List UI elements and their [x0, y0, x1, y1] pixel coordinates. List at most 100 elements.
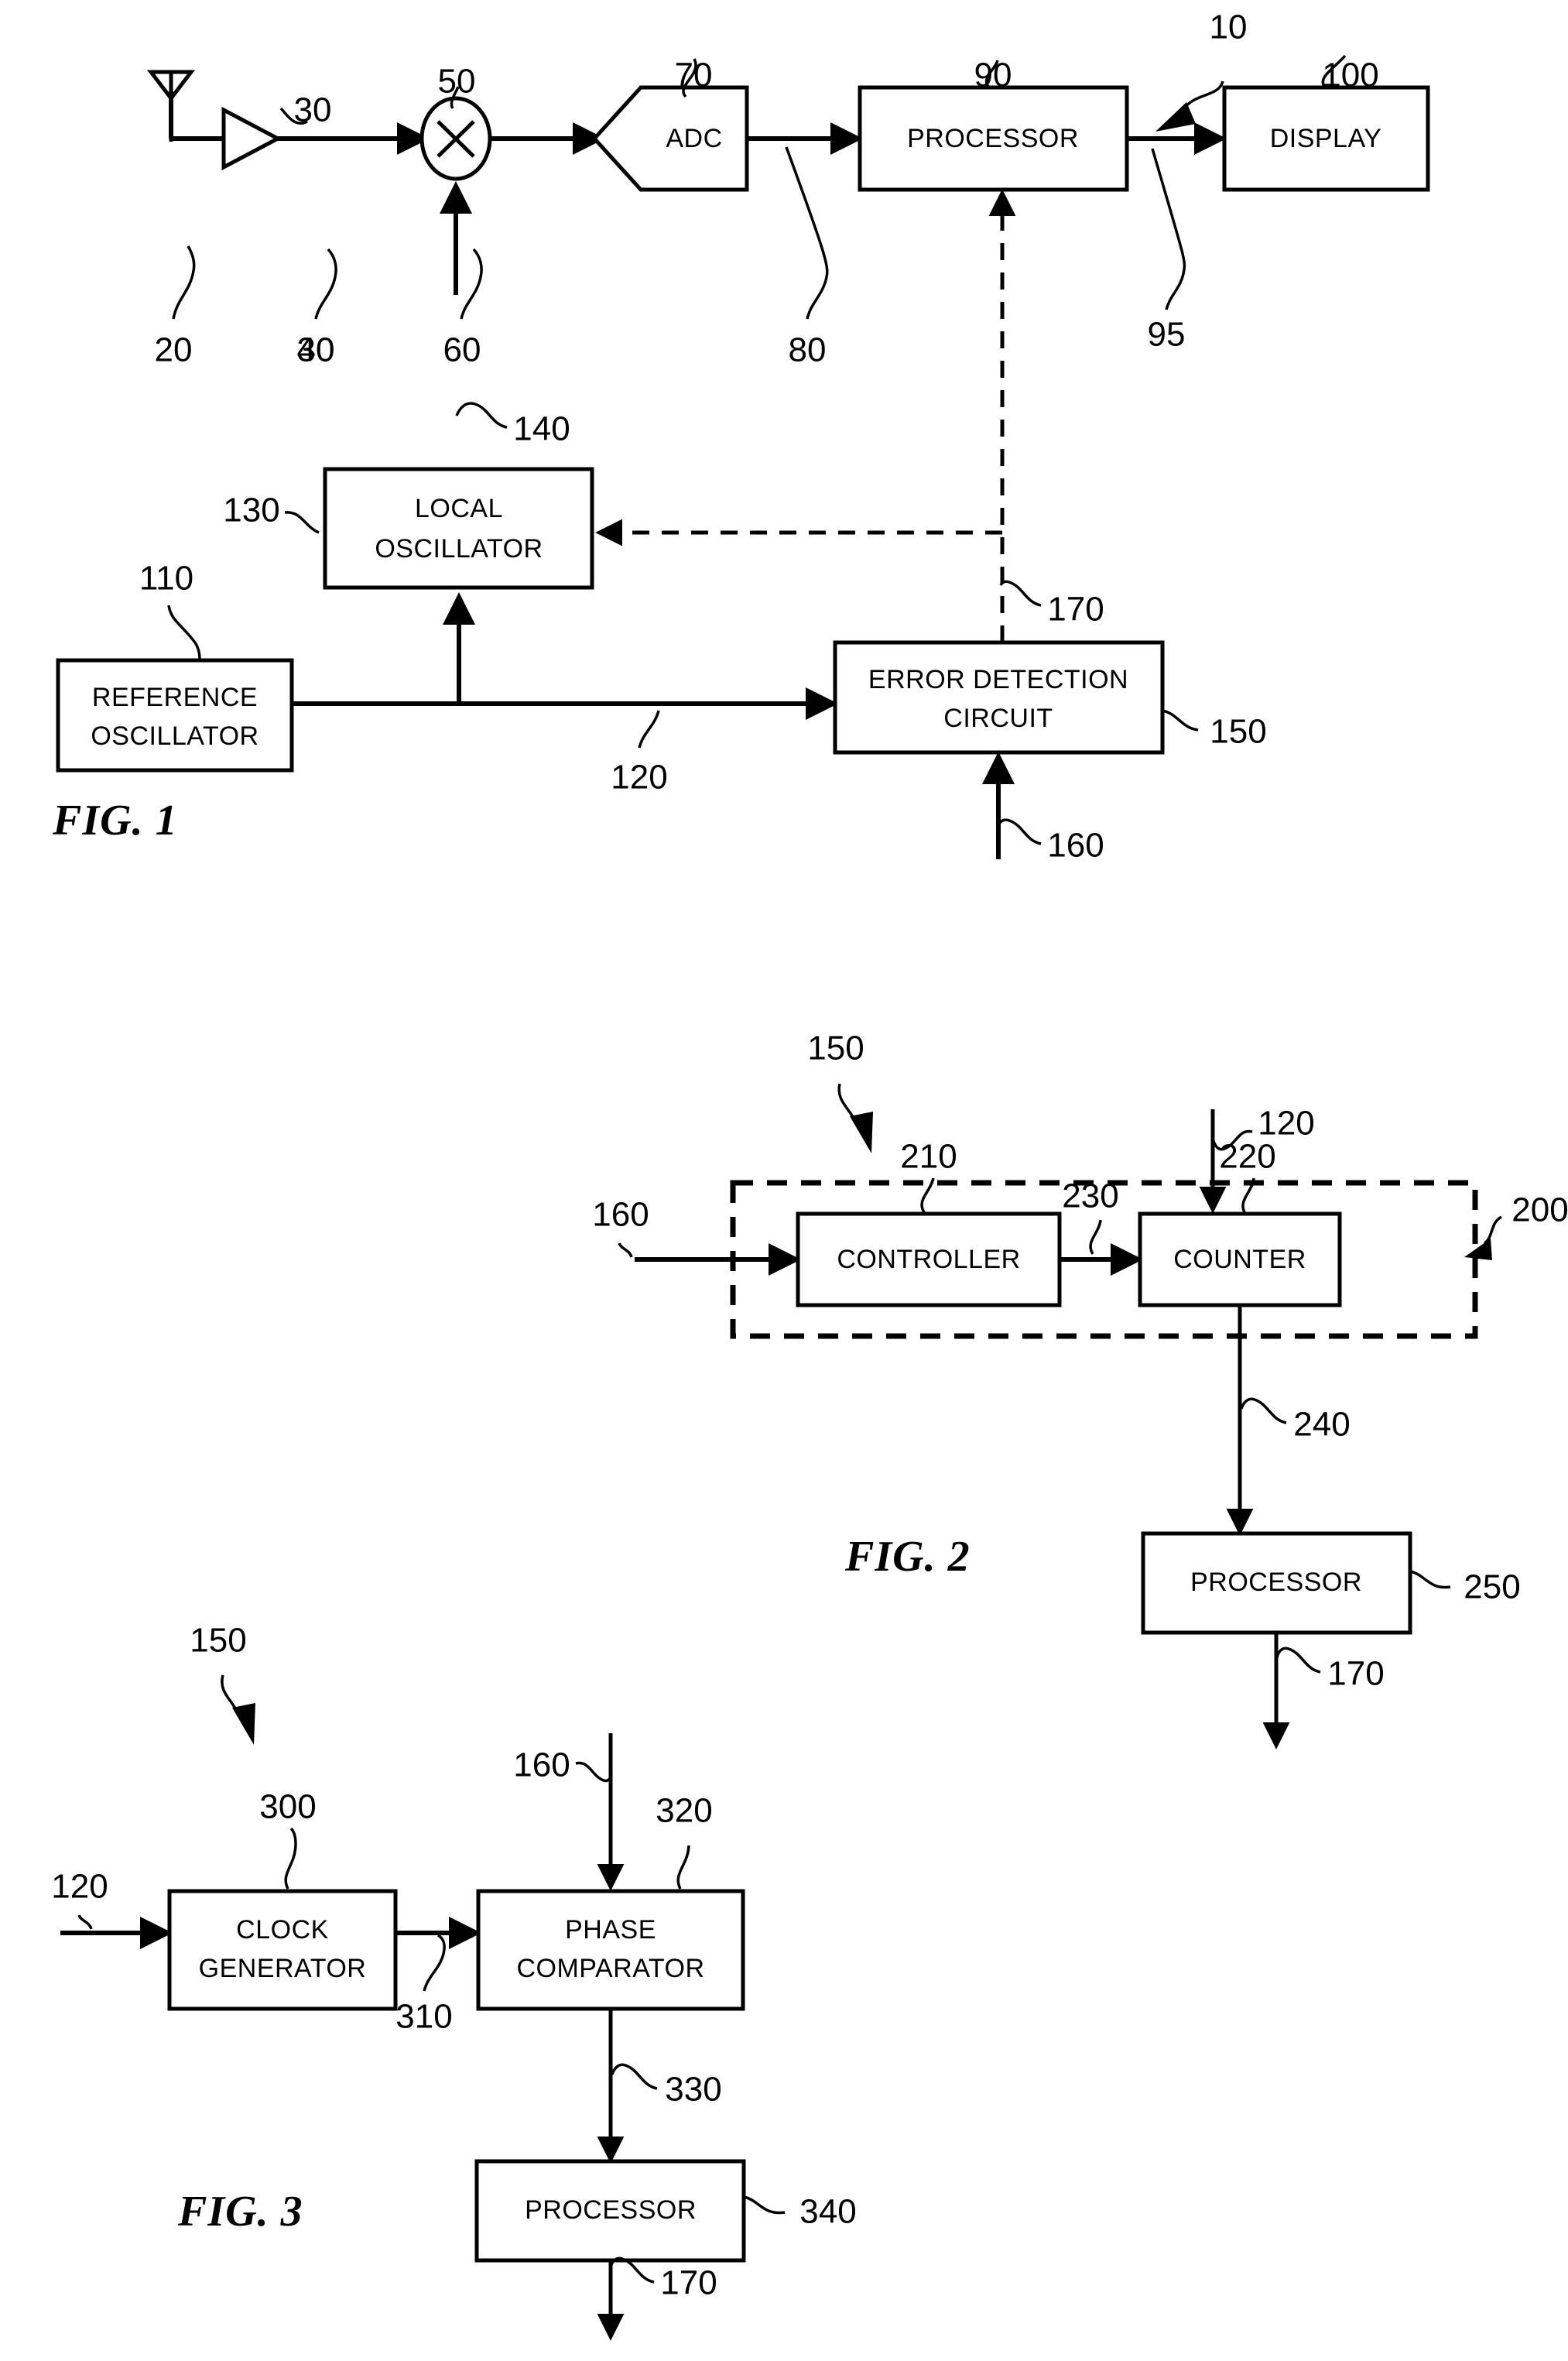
ref-80-leader — [785, 146, 829, 320]
controller-block: CONTROLLER — [796, 1211, 1062, 1307]
counter-label: COUNTER — [1173, 1245, 1306, 1274]
ref-40-leader — [314, 248, 337, 320]
ref-150-fig2-arrowhead — [850, 1112, 873, 1153]
mixer-symbol — [419, 96, 492, 181]
ref-95: 95 — [1148, 316, 1186, 354]
ref-160-fig2-leader — [618, 1242, 633, 1258]
ref-160-leader — [997, 818, 1042, 845]
ref-140-leader — [455, 402, 508, 429]
error-detection-line2: CIRCUIT — [943, 704, 1053, 733]
reference-oscillator-line1: REFERENCE — [92, 683, 258, 712]
ref-120-fig2: 120 — [1258, 1105, 1314, 1143]
ref-340-leader — [743, 2195, 786, 2215]
ref-200-leader — [1483, 1215, 1502, 1245]
figure-3: 150 120 CLOCK GENERATOR 300 310 PHASE CO… — [51, 1622, 857, 2341]
ref-200-arrowhead — [1464, 1239, 1492, 1260]
phase-comparator-block: PHASE COMPARATOR — [476, 1889, 745, 2011]
local-oscillator-block: LOCAL OSCILLATOR — [323, 467, 594, 590]
adc-block: ADC — [591, 85, 749, 192]
ref-300: 300 — [259, 1788, 316, 1826]
ref-160-fig3: 160 — [513, 1746, 570, 1784]
ref-210: 210 — [900, 1138, 957, 1176]
ref-120-fig3: 120 — [51, 1868, 108, 1906]
phase-comparator-line1: PHASE — [565, 1915, 656, 1945]
ref-20: 20 — [155, 331, 193, 369]
local-oscillator-line1: LOCAL — [415, 494, 503, 523]
ref-160-fig2: 160 — [592, 1196, 649, 1234]
ref-120-leader — [638, 710, 660, 749]
ref-340: 340 — [799, 2193, 856, 2231]
clock-generator-block: CLOCK GENERATOR — [167, 1889, 398, 2011]
ref-130: 130 — [223, 492, 279, 529]
ref-120: 120 — [611, 759, 667, 797]
ref-50: 50 — [438, 63, 476, 101]
ref-250: 250 — [1464, 1568, 1520, 1606]
ref-150-fig1: 150 — [1210, 713, 1266, 751]
ref-330-leader — [611, 2063, 658, 2090]
ref-170-leader — [999, 580, 1042, 607]
ref-30-label: 30 — [294, 91, 332, 129]
processor-label-fig3: PROCESSOR — [525, 2195, 697, 2225]
ref-10: 10 — [1210, 9, 1248, 46]
ref-230: 230 — [1062, 1177, 1118, 1215]
amplifier-symbol — [221, 106, 282, 171]
ref-320: 320 — [656, 1792, 712, 1830]
figure-1-caption: FIG. 1 — [52, 797, 178, 845]
ref-80: 80 — [789, 331, 827, 369]
display-block: DISPLAY — [1222, 85, 1430, 192]
processor-label-fig2: PROCESSOR — [1190, 1568, 1362, 1597]
reference-oscillator-block: REFERENCE OSCILLATOR — [56, 658, 294, 773]
ref-150-leader — [1162, 709, 1199, 732]
ref-150-fig3: 150 — [190, 1622, 246, 1660]
ref-100: 100 — [1322, 57, 1378, 94]
processor-block-fig3: PROCESSOR — [474, 2159, 746, 2263]
ref-170-fig2: 170 — [1327, 1655, 1384, 1693]
phase-comparator-line2: COMPARATOR — [516, 1954, 704, 1983]
error-detection-line1: ERROR DETECTION — [868, 665, 1128, 694]
reference-oscillator-line2: OSCILLATOR — [91, 721, 258, 751]
ref-20-leader — [172, 245, 196, 320]
ref-300-leader — [284, 1827, 297, 1890]
ref-220: 220 — [1219, 1138, 1275, 1176]
ref-250-leader — [1409, 1570, 1451, 1589]
error-detection-circuit-block: ERROR DETECTION CIRCUIT — [833, 640, 1165, 755]
ref-330: 330 — [665, 2071, 721, 2109]
ref-170-fig3: 170 — [660, 2264, 717, 2302]
ref-140: 140 — [513, 410, 570, 448]
ref-170-fig1: 170 — [1047, 591, 1104, 629]
ref-110: 110 — [139, 560, 193, 598]
processor-block-fig1: PROCESSOR — [858, 85, 1129, 192]
processor-label: PROCESSOR — [907, 124, 1079, 153]
ref-320-leader — [676, 1845, 690, 1890]
figure-2: 150 200 160 CONTROLLER 210 230 COUNTER 2… — [592, 1030, 1568, 1749]
ref-95-leader — [1151, 148, 1186, 310]
ref-310: 310 — [395, 1998, 452, 2036]
clock-generator-line1: CLOCK — [236, 1915, 329, 1945]
ref-90: 90 — [974, 57, 1012, 94]
ref-10-leader — [1183, 81, 1224, 110]
ref-110-leader — [167, 605, 201, 661]
ref-170-fig2-leader — [1275, 1647, 1321, 1674]
ref-130-leader — [284, 511, 320, 534]
figure-3-caption: FIG. 3 — [177, 2188, 303, 2236]
ref-160-fig1: 160 — [1047, 827, 1104, 865]
ref-230-leader — [1089, 1219, 1102, 1255]
ref-60-leader — [460, 248, 483, 320]
ref-240: 240 — [1293, 1406, 1350, 1444]
ref-310-leader — [423, 1934, 446, 1992]
figure-2-caption: FIG. 2 — [844, 1533, 971, 1581]
ref-150-fig2: 150 — [807, 1030, 864, 1067]
processor-block-fig2: PROCESSOR — [1141, 1531, 1412, 1635]
ref-10-arrowhead — [1155, 102, 1196, 132]
ref-160-fig3-leader — [575, 1761, 613, 1783]
ref-120-fig3-leader — [77, 1914, 93, 1930]
patent-drawing-sheet: 10 20 30 30 40 50 60 ADC 70 80 PROCESSOR… — [0, 0, 1568, 2361]
controller-label: CONTROLLER — [837, 1245, 1020, 1274]
ref-210-leader — [920, 1177, 935, 1213]
display-label: DISPLAY — [1270, 124, 1382, 153]
figure-1: 10 20 30 30 40 50 60 ADC 70 80 PROCESSOR… — [52, 9, 1430, 865]
ref-60: 60 — [443, 331, 481, 369]
adc-label: ADC — [666, 124, 722, 153]
counter-block: COUNTER — [1138, 1211, 1342, 1307]
local-oscillator-line2: OSCILLATOR — [375, 534, 543, 564]
